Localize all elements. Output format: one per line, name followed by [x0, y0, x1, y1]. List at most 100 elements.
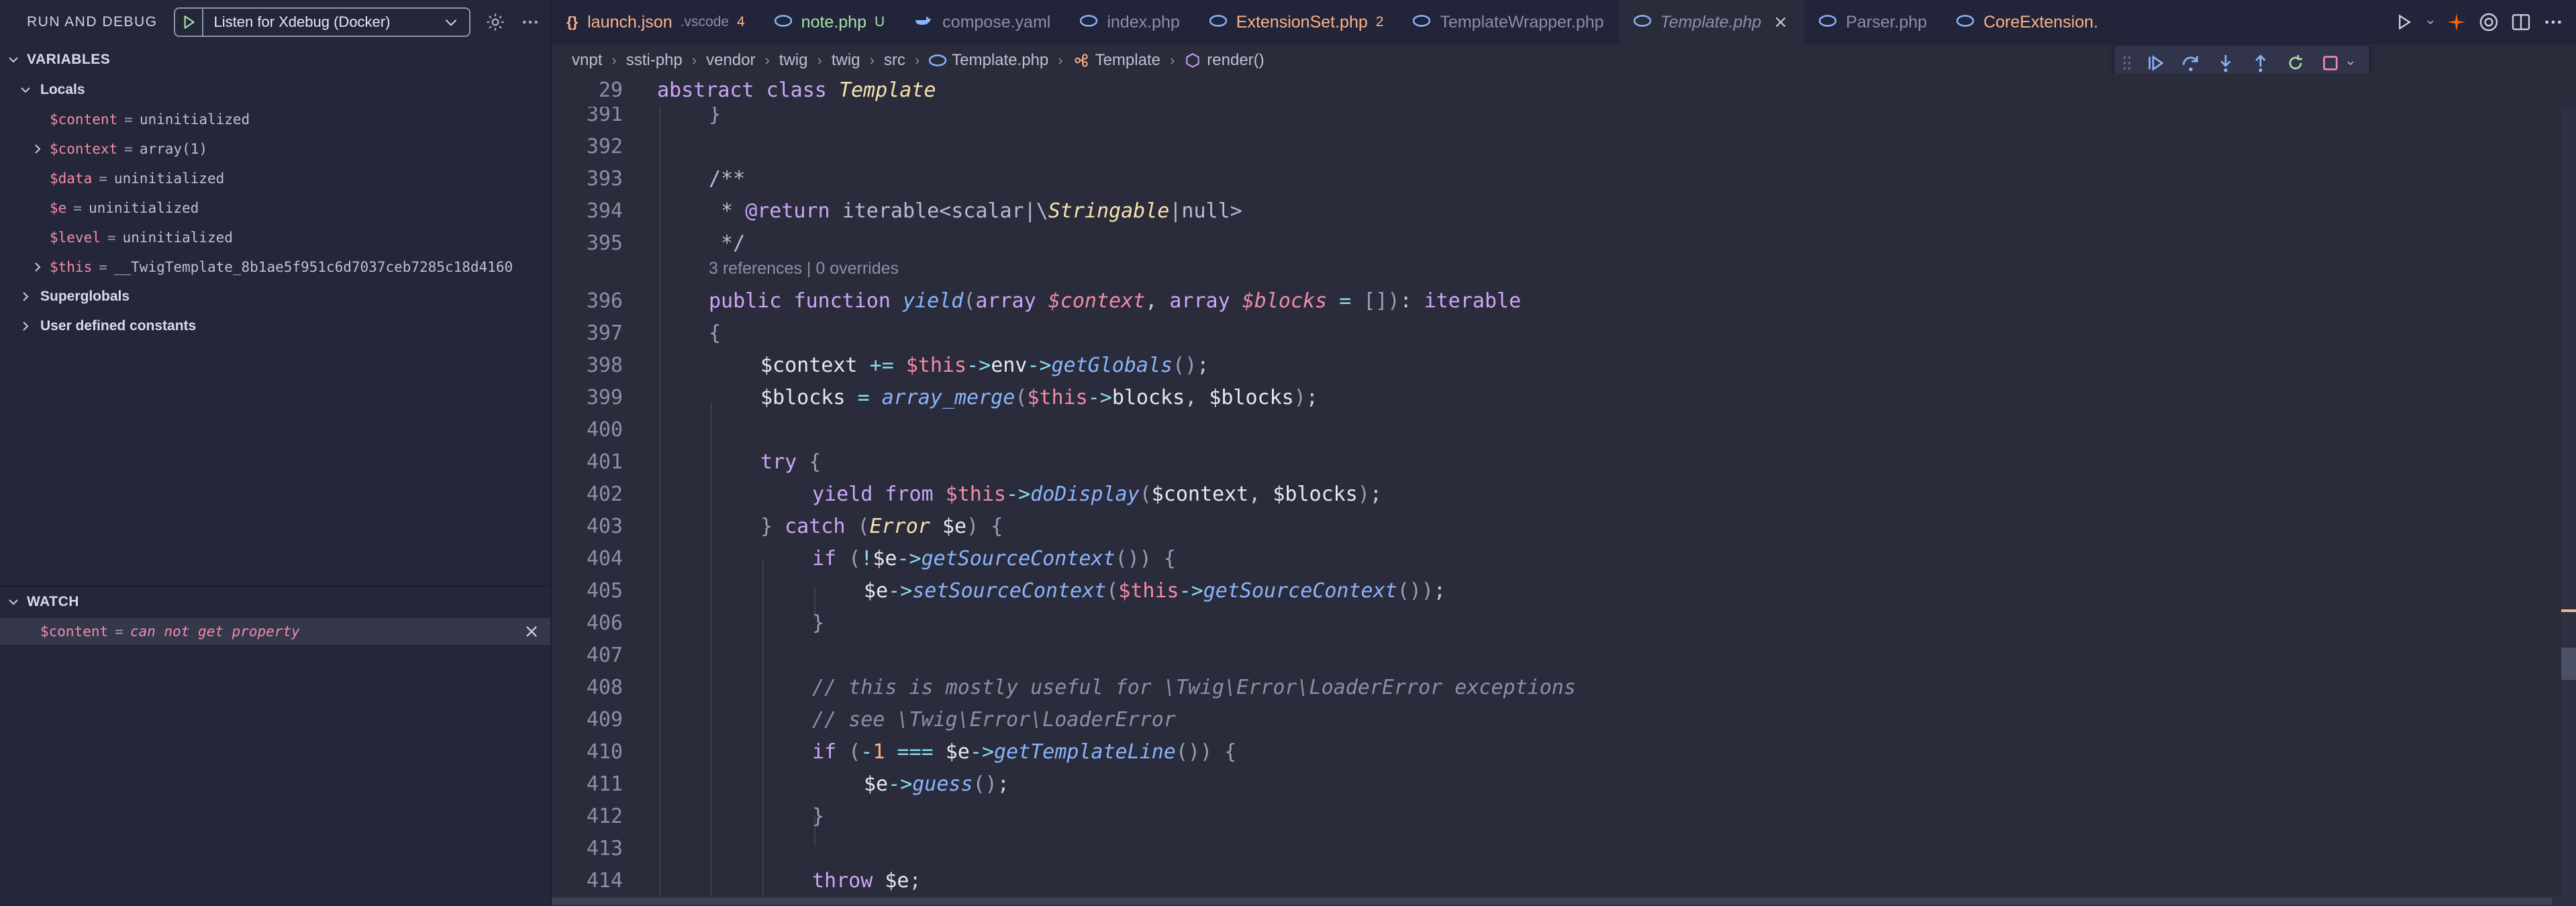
variable-row[interactable]: $level = uninitialized: [50, 224, 233, 251]
line-number: 408: [586, 675, 623, 699]
tab-label: index.php: [1107, 12, 1180, 32]
line-number: 398: [586, 353, 623, 377]
debug-config-label: Listen for Xdebug (Docker): [213, 13, 391, 30]
breadcrumb: vnpt › ssti-php › vendor › twig › twig › src ›…: [572, 51, 1265, 70]
scope-user-constants[interactable]: User defined constants: [0, 313, 196, 340]
tab-launch-json[interactable]: {} launch.json .vscode 4: [552, 0, 760, 44]
vertical-scrollbar[interactable]: [2561, 74, 2576, 897]
start-debugging-button[interactable]: [173, 7, 203, 37]
tab-parser-php[interactable]: Parser.php: [1804, 0, 1942, 44]
breadcrumb-item[interactable]: vendor: [706, 51, 755, 70]
drag-handle-icon[interactable]: [2121, 51, 2133, 75]
code-editor[interactable]: 29 abstract class Template 391 } 392 393…: [552, 74, 2576, 897]
variable-value: uninitialized: [113, 170, 225, 187]
tab-index-php[interactable]: index.php: [1065, 0, 1194, 44]
close-icon[interactable]: [522, 622, 541, 641]
run-and-debug-title: RUN AND DEBUG: [27, 14, 158, 30]
section-divider: [0, 585, 550, 587]
debug-header: RUN AND DEBUG Listen for Xdebug (Docker): [0, 0, 550, 44]
line-number: 399: [586, 385, 623, 409]
breadcrumb-item[interactable]: src: [884, 51, 905, 70]
tab-templatewrapper-php[interactable]: TemplateWrapper.php: [1398, 0, 1618, 44]
variable-value: uninitialized: [122, 230, 233, 246]
restart-icon[interactable]: [2283, 51, 2308, 75]
sticky-scroll-header[interactable]: 29 abstract class Template: [552, 74, 2576, 107]
chevron-down-icon[interactable]: [2425, 11, 2436, 34]
code-line: 397 {: [552, 317, 2576, 349]
variable-name: $level: [50, 230, 101, 246]
line-number: 407: [586, 643, 623, 667]
breadcrumb-item[interactable]: Template: [1095, 51, 1160, 70]
tab-label: Template.php: [1660, 12, 1762, 32]
line-number: 409: [586, 707, 623, 732]
step-into-icon[interactable]: [2214, 51, 2238, 75]
breadcrumb-item[interactable]: Template.php: [952, 51, 1048, 70]
debug-config-select[interactable]: Listen for Xdebug (Docker): [203, 7, 470, 37]
more-actions-icon[interactable]: [2542, 11, 2565, 34]
step-out-icon[interactable]: [2248, 51, 2273, 75]
line-number: 400: [586, 417, 623, 442]
chevron-down-icon: [5, 52, 21, 68]
line-number: 414: [586, 868, 623, 893]
more-actions-icon[interactable]: [520, 12, 540, 32]
sparkle-icon[interactable]: [2445, 11, 2468, 34]
tab-description: .vscode: [680, 14, 729, 30]
tab-template-php[interactable]: Template.php: [1618, 0, 1805, 44]
code-line: 402 yield from $this->doDisplay($context…: [552, 478, 2576, 510]
horizontal-scrollbar[interactable]: [552, 897, 2576, 906]
variable-row[interactable]: $this = __TwigTemplate_8b1ae5f951c6d7037ce…: [30, 254, 513, 281]
chevron-right-icon: [17, 289, 34, 305]
watch-section-header[interactable]: WATCH: [0, 589, 79, 615]
scrollbar-thumb[interactable]: [552, 898, 2552, 905]
step-over-icon[interactable]: [2179, 51, 2203, 75]
gear-icon[interactable]: [485, 12, 505, 32]
tab-note-php[interactable]: note.php U: [760, 0, 900, 44]
chevron-down-icon[interactable]: [2345, 51, 2356, 75]
editor-tab-bar: {} launch.json .vscode 4 note.php U comp…: [552, 0, 2576, 44]
scope-superglobals[interactable]: Superglobals: [0, 283, 130, 310]
breadcrumb-item[interactable]: twig: [832, 51, 860, 70]
scope-locals[interactable]: Locals: [0, 77, 85, 103]
code-line: 394 * @return iterable<scalar|\Stringabl…: [552, 195, 2576, 227]
code-line: 392: [552, 130, 2576, 162]
breadcrumb-item[interactable]: render(): [1207, 51, 1264, 70]
variable-row[interactable]: $e = uninitialized: [50, 195, 199, 221]
chevron-right-icon: [30, 259, 46, 275]
run-icon[interactable]: [2393, 11, 2416, 34]
breadcrumb-item[interactable]: ssti-php: [626, 51, 683, 70]
codelens-references[interactable]: 3 references | 0 overrides: [709, 259, 899, 279]
variable-name: $data: [50, 170, 93, 187]
chevron-down-icon: [445, 19, 456, 26]
split-editor-icon[interactable]: [2510, 11, 2532, 34]
breadcrumb-item[interactable]: vnpt: [572, 51, 602, 70]
tab-label: launch.json: [587, 12, 673, 32]
variable-row[interactable]: $content = uninitialized: [50, 106, 250, 133]
scrollbar-thumb[interactable]: [2561, 648, 2576, 680]
scrollbar-marker: [2561, 609, 2576, 612]
tab-coreextension-php[interactable]: CoreExtension.: [1942, 0, 2113, 44]
variable-value: uninitialized: [88, 200, 199, 216]
watch-expression-row[interactable]: $content = can not get property: [0, 618, 550, 645]
tab-extensionset-php[interactable]: ExtensionSet.php 2: [1195, 0, 1399, 44]
line-number: 402: [586, 482, 623, 506]
continue-icon[interactable]: [2144, 51, 2168, 75]
sticky-code: abstract class Template: [657, 78, 936, 102]
copilot-icon[interactable]: [2477, 11, 2500, 34]
play-icon: [184, 15, 195, 29]
code-line: 399 $blocks = array_merge($this->blocks,…: [552, 381, 2576, 413]
variable-row[interactable]: $data = uninitialized: [50, 165, 224, 192]
breadcrumb-item[interactable]: twig: [779, 51, 808, 70]
variables-section-header[interactable]: VARIABLES: [0, 46, 110, 73]
scope-label: Superglobals: [40, 289, 130, 304]
tab-compose-yaml[interactable]: compose.yaml: [899, 0, 1065, 44]
php-icon: [929, 52, 947, 69]
code-line: 407: [552, 639, 2576, 671]
php-icon: [1633, 13, 1651, 31]
variable-value: array(1): [139, 141, 207, 157]
code-line: 400: [552, 413, 2576, 446]
stop-icon[interactable]: [2318, 51, 2342, 75]
close-icon[interactable]: [1772, 13, 1789, 31]
variable-row[interactable]: $context = array(1): [30, 136, 207, 162]
code-line: 395 */: [552, 227, 2576, 259]
variable-value: __TwigTemplate_8b1ae5f951c6d7037ceb7285c…: [113, 259, 513, 275]
